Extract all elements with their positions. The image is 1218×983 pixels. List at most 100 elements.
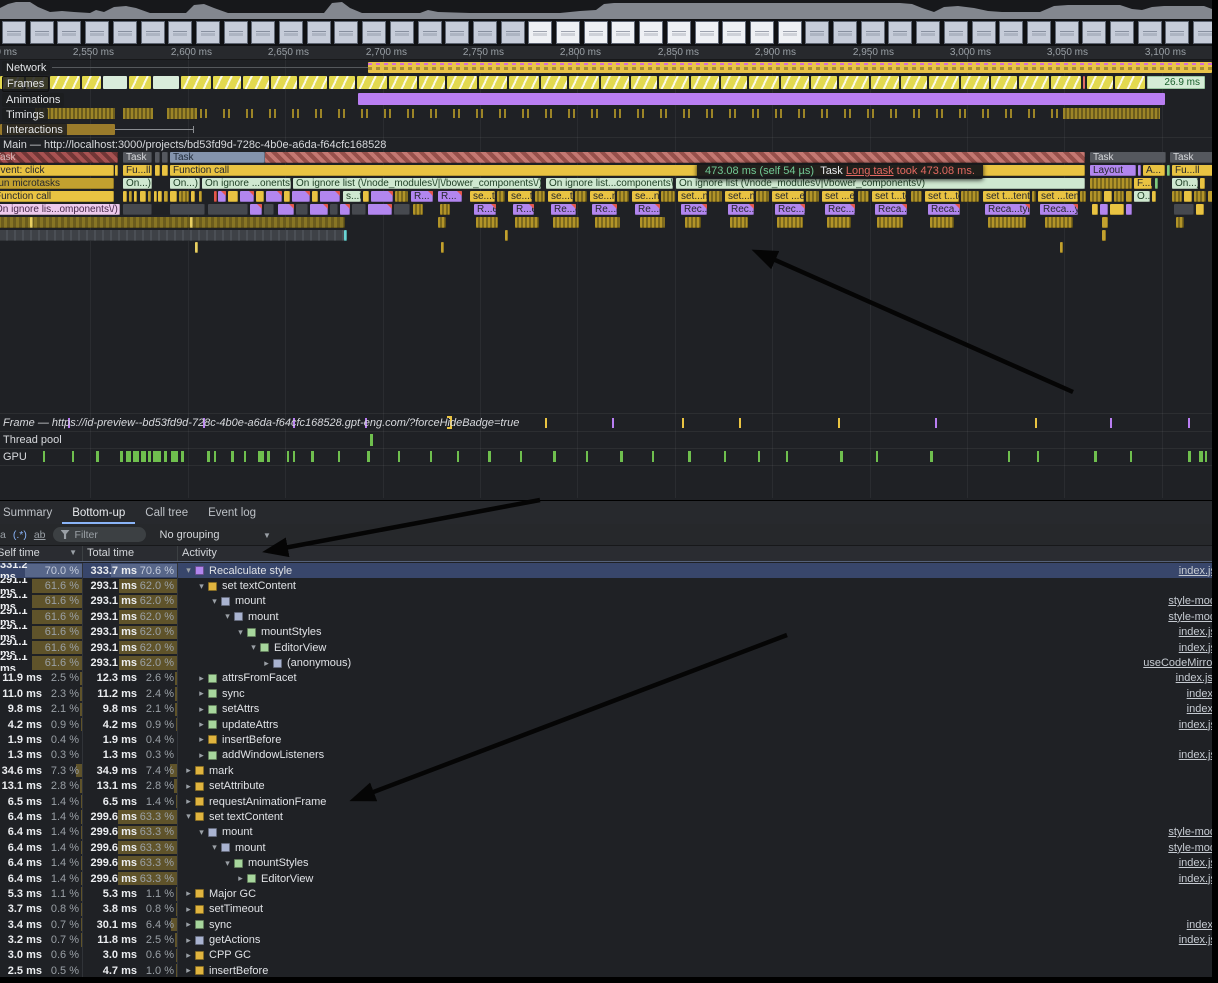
tab-summary[interactable]: Summary [0,503,62,524]
flame-bar[interactable]: F...l [1134,178,1152,189]
table-row[interactable]: 331.2 ms70.0 %333.7 ms70.6 %▾Recalculate… [0,563,1218,578]
screenshot-thumbnail[interactable] [833,21,857,44]
track-label-interactions[interactable]: Interactions [2,123,67,137]
flame-bar[interactable] [296,204,308,215]
flame-bar[interactable] [190,217,193,228]
table-row[interactable]: 6.4 ms1.4 %299.6 ms63.3 %▾mountstyle-mod [0,825,1218,840]
flame-bar[interactable]: run microtasks [0,178,114,189]
flame-bar[interactable]: set t...tent [925,191,959,202]
flame-bar[interactable] [292,191,310,202]
source-link[interactable]: useCodeMirror [1143,657,1216,669]
flame-bar[interactable] [170,191,177,202]
flame-bar[interactable]: R...e [513,204,534,215]
flame-bar[interactable] [162,165,168,176]
frame-block[interactable] [749,76,779,89]
column-header-activity[interactable]: Activity [178,546,1218,561]
flame-bar[interactable] [1032,191,1036,202]
screenshot-thumbnail[interactable] [279,21,303,44]
flame-bar[interactable] [1092,204,1098,215]
track-label-frames[interactable]: Frames [2,76,49,92]
screenshot-thumbnail[interactable] [251,21,275,44]
flame-bar[interactable]: set ...ent [822,191,854,202]
flame-bar[interactable] [535,191,545,202]
source-link[interactable]: index.js [1179,626,1216,638]
flame-bar[interactable] [158,191,162,202]
frame-block[interactable] [129,76,151,89]
flame-bar[interactable] [441,242,444,253]
flame-bar[interactable] [1045,217,1073,228]
flame-bar[interactable] [115,165,118,176]
activity-name[interactable]: set textContent [209,811,283,823]
activity-name[interactable]: mark [209,765,233,777]
activity-name[interactable]: mount [235,842,266,854]
flame-bar[interactable]: set...nt [678,191,707,202]
frame-block[interactable] [419,76,445,89]
table-row[interactable]: 291.1 ms61.6 %293.1 ms62.0 %▾mountStyles… [0,625,1218,640]
flame-bar[interactable] [129,191,132,202]
source-link[interactable]: index.js [1179,565,1216,577]
flame-bar[interactable] [1194,191,1206,202]
activity-name[interactable]: EditorView [261,873,313,885]
frame-block[interactable] [929,76,959,89]
activity-name[interactable]: Recalculate style [209,565,292,577]
column-header-self-time[interactable]: Self time ▼ [0,546,83,561]
table-row[interactable]: 291.1 ms61.6 %293.1 ms62.0 %▾set textCon… [0,578,1218,593]
frame-block[interactable] [1115,76,1145,89]
flame-bar[interactable] [1114,191,1124,202]
expand-icon[interactable]: ▸ [182,935,195,946]
source-link[interactable]: index.js [1179,934,1216,946]
collapse-icon[interactable]: ▾ [182,811,195,822]
flame-bar[interactable]: Layout [1090,165,1136,176]
table-row[interactable]: 11.9 ms2.5 %12.3 ms2.6 %▸attrsFromFaceti… [0,671,1218,686]
frame-block[interactable] [82,76,101,89]
collapse-icon[interactable]: ▾ [208,596,221,607]
flame-bar[interactable] [240,191,254,202]
screenshot-thumbnail[interactable] [501,21,525,44]
flame-bar[interactable] [312,191,318,202]
flame-bar[interactable] [440,204,450,215]
expand-icon[interactable]: ▸ [182,796,195,807]
screenshot-thumbnail[interactable] [667,21,691,44]
flame-bar[interactable] [0,217,345,228]
flame-bar[interactable]: set t...tent [872,191,906,202]
flame-bar[interactable] [363,191,369,202]
flame-bar[interactable] [310,204,328,215]
screenshot-thumbnail[interactable] [695,21,719,44]
table-row[interactable]: 34.6 ms7.3 %34.9 ms7.4 %▸mark [0,763,1218,778]
screenshot-thumbnail[interactable] [778,21,802,44]
flame-bar[interactable] [195,242,198,253]
table-row[interactable]: 3.7 ms0.8 %3.8 ms0.8 %▸setTimeout [0,902,1218,917]
screenshot-thumbnail[interactable] [639,21,663,44]
flame-bar[interactable] [930,217,954,228]
flame-bar[interactable]: On ignore lis...omponents\/) [0,204,120,215]
collapse-icon[interactable]: ▾ [234,627,247,638]
track-label-network[interactable]: Network [2,61,50,75]
source-link[interactable]: index.js: [1176,672,1216,684]
frame-block[interactable] [153,76,179,89]
flame-bar[interactable]: s...t [343,191,361,202]
source-link[interactable]: style-mod [1168,826,1216,838]
flame-bar[interactable] [218,191,226,202]
activity-name[interactable]: mountStyles [248,857,309,869]
screenshot-thumbnail[interactable] [85,21,109,44]
flame-bar[interactable] [1126,204,1132,215]
flame-bar[interactable]: Task [0,152,118,163]
table-row[interactable]: 1.9 ms0.4 %1.9 ms0.4 %▸insertBefore [0,732,1218,747]
flame-bar[interactable] [877,217,903,228]
screenshot-thumbnail[interactable] [722,21,746,44]
screenshot-thumbnail[interactable] [1055,21,1079,44]
expand-icon[interactable]: ▸ [195,688,208,699]
flame-bar[interactable] [320,191,340,202]
activity-name[interactable]: mount [248,611,279,623]
screenshot-thumbnail[interactable] [418,21,442,44]
flame-bar[interactable] [214,191,217,202]
table-row[interactable]: 6.4 ms1.4 %299.6 ms63.3 %▾mountStylesind… [0,855,1218,870]
flame-bar[interactable] [1174,204,1194,215]
flame-bar[interactable]: Reca...le [928,204,960,215]
match-whole-word-icon[interactable]: ab [34,529,46,541]
flame-bar[interactable] [961,191,979,202]
flame-bar[interactable] [340,204,350,215]
activity-name[interactable]: insertBefore [209,965,268,977]
flame-bar[interactable] [617,191,629,202]
activity-name[interactable]: updateAttrs [222,719,278,731]
